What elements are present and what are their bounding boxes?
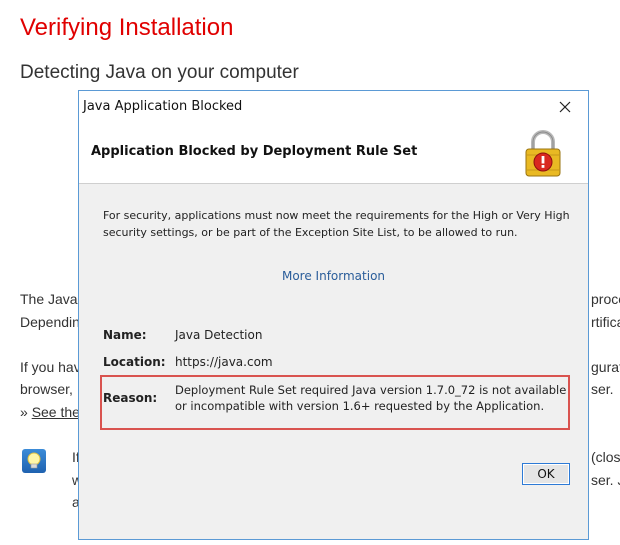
ok-button[interactable]: OK: [522, 463, 570, 485]
paragraph-fragment: gurat: [591, 359, 620, 375]
paragraph-fragment: The Java: [20, 291, 78, 307]
lightbulb-icon: [22, 449, 46, 473]
paragraph-fragment: If you hav: [20, 359, 81, 375]
close-button[interactable]: [542, 91, 588, 123]
location-label: Location:: [103, 355, 166, 369]
paragraph-fragment: Dependin: [20, 314, 80, 330]
paragraph-fragment: ser.: [591, 381, 614, 397]
lock-warning-icon: [525, 130, 561, 177]
dialog-titlebar[interactable]: Java Application Blocked: [79, 91, 588, 123]
paragraph-fragment: rtifica: [591, 314, 620, 330]
name-value: Java Detection: [175, 328, 263, 342]
reason-label: Reason:: [103, 391, 158, 405]
more-information-link[interactable]: More Information: [79, 269, 588, 283]
link-prefix: »: [20, 404, 32, 420]
page-title: Verifying Installation: [20, 14, 234, 41]
security-message: For security, applications must now meet…: [103, 209, 570, 239]
paragraph-fragment: proce: [591, 291, 620, 307]
dialog-window-title: Java Application Blocked: [83, 99, 243, 114]
dialog-header: Application Blocked by Deployment Rule S…: [79, 123, 588, 184]
paragraph-fragment: browser,: [20, 381, 73, 397]
reason-value: Deployment Rule Set required Java versio…: [175, 383, 567, 413]
tip-fragment: (clos: [591, 449, 620, 465]
page-subtitle: Detecting Java on your computer: [20, 62, 299, 83]
see-the-link[interactable]: See the: [32, 404, 80, 420]
name-label: Name:: [103, 328, 147, 342]
tip-fragment: ser. J: [591, 472, 620, 488]
java-blocked-dialog: Java Application Blocked Application Blo…: [78, 90, 589, 540]
location-value: https://java.com: [175, 355, 273, 369]
dialog-heading: Application Blocked by Deployment Rule S…: [91, 144, 418, 159]
see-the-link-line: » See the: [20, 404, 80, 420]
close-icon: [559, 101, 571, 113]
